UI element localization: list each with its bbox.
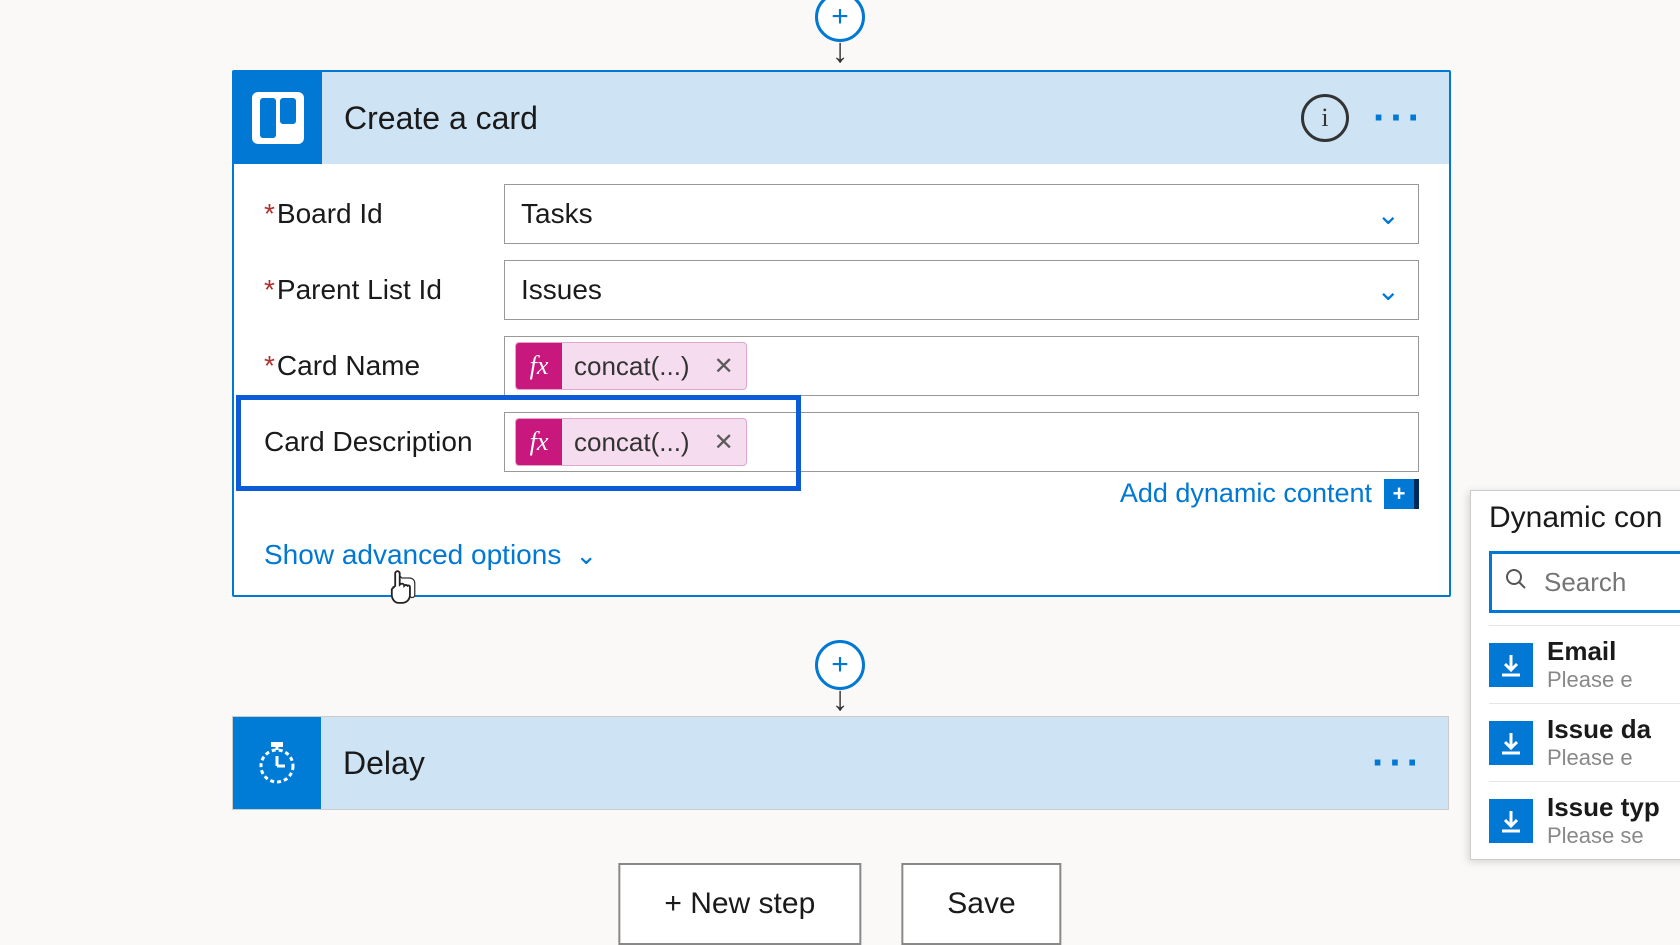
form-field-icon bbox=[1489, 643, 1533, 687]
delay-title: Delay bbox=[321, 745, 1372, 782]
field-card-name: *Card Name fx concat(...) ✕ bbox=[264, 336, 1419, 396]
board-value: Tasks bbox=[521, 198, 593, 230]
cardname-label: Card Name bbox=[277, 350, 420, 381]
new-step-button[interactable]: + New step bbox=[618, 863, 861, 945]
bottom-button-bar: + New step Save bbox=[618, 863, 1061, 945]
timer-icon bbox=[233, 717, 321, 809]
dc-item-title: Issue typ bbox=[1547, 792, 1660, 823]
dc-item-title: Issue da bbox=[1547, 714, 1651, 745]
parentlist-label: Parent List Id bbox=[277, 274, 442, 305]
remove-token-icon[interactable]: ✕ bbox=[702, 428, 746, 457]
action-card-create[interactable]: Create a card i ··· *Board Id Tasks ⌄ *P… bbox=[232, 70, 1451, 597]
info-icon[interactable]: i bbox=[1301, 94, 1349, 142]
carddesc-label: Card Description bbox=[264, 426, 473, 457]
arrow-down-icon: ↓ bbox=[815, 38, 865, 65]
expression-token[interactable]: fx concat(...) ✕ bbox=[515, 342, 747, 390]
arrow-down-icon: ↓ bbox=[815, 686, 865, 713]
dc-item-title: Email bbox=[1547, 636, 1633, 667]
form-field-icon bbox=[1489, 721, 1533, 765]
dc-item[interactable]: Issue typ Please se bbox=[1489, 781, 1680, 859]
chevron-down-icon: ⌄ bbox=[1377, 198, 1400, 231]
chevron-down-icon: ⌄ bbox=[575, 540, 597, 571]
field-parent-list-id: *Parent List Id Issues ⌄ bbox=[264, 260, 1419, 320]
dc-item-sub: Please se bbox=[1547, 823, 1660, 849]
form-field-icon bbox=[1489, 799, 1533, 843]
parentlist-dropdown[interactable]: Issues ⌄ bbox=[504, 260, 1419, 320]
add-dynamic-label: Add dynamic content bbox=[1120, 478, 1372, 509]
dynamic-content-title: Dynamic con bbox=[1489, 501, 1680, 535]
search-icon bbox=[1504, 567, 1528, 598]
cardname-input[interactable]: fx concat(...) ✕ bbox=[504, 336, 1419, 396]
field-board-id: *Board Id Tasks ⌄ bbox=[264, 184, 1419, 244]
board-label: Board Id bbox=[277, 198, 383, 229]
chevron-down-icon: ⌄ bbox=[1377, 274, 1400, 307]
dynamic-content-panel[interactable]: Dynamic con Email Please e Issue da Plea… bbox=[1470, 490, 1680, 860]
parentlist-value: Issues bbox=[521, 274, 602, 306]
show-advanced-label: Show advanced options bbox=[264, 539, 561, 571]
carddesc-input[interactable]: fx concat(...) ✕ bbox=[504, 412, 1419, 472]
dc-item-sub: Please e bbox=[1547, 745, 1651, 771]
add-dynamic-content-link[interactable]: Add dynamic content + bbox=[264, 478, 1419, 509]
token-label: concat(...) bbox=[562, 427, 702, 458]
search-input[interactable] bbox=[1542, 566, 1674, 599]
show-advanced-options-link[interactable]: Show advanced options ⌄ bbox=[264, 539, 1419, 571]
expression-token[interactable]: fx concat(...) ✕ bbox=[515, 418, 747, 466]
plus-box-icon: + bbox=[1384, 479, 1419, 509]
fx-icon: fx bbox=[516, 419, 562, 465]
remove-token-icon[interactable]: ✕ bbox=[702, 352, 746, 381]
action-card-header[interactable]: Create a card i ··· bbox=[234, 72, 1449, 164]
action-card-title: Create a card bbox=[322, 100, 1301, 137]
field-card-description: Card Description fx concat(...) ✕ bbox=[264, 412, 1419, 472]
dc-item[interactable]: Issue da Please e bbox=[1489, 703, 1680, 781]
more-icon[interactable]: ··· bbox=[1372, 753, 1424, 773]
trello-icon bbox=[234, 72, 322, 164]
dynamic-content-search[interactable] bbox=[1489, 551, 1680, 613]
add-step-middle[interactable]: + ↓ bbox=[815, 640, 865, 713]
token-label: concat(...) bbox=[562, 351, 702, 382]
dc-item-sub: Please e bbox=[1547, 667, 1633, 693]
save-button[interactable]: Save bbox=[901, 863, 1061, 945]
fx-icon: fx bbox=[516, 343, 562, 389]
action-card-delay[interactable]: Delay ··· bbox=[232, 716, 1449, 810]
add-step-top[interactable]: + ↓ bbox=[815, 0, 865, 65]
board-dropdown[interactable]: Tasks ⌄ bbox=[504, 184, 1419, 244]
more-icon[interactable]: ··· bbox=[1373, 108, 1425, 128]
dc-item[interactable]: Email Please e bbox=[1489, 625, 1680, 703]
